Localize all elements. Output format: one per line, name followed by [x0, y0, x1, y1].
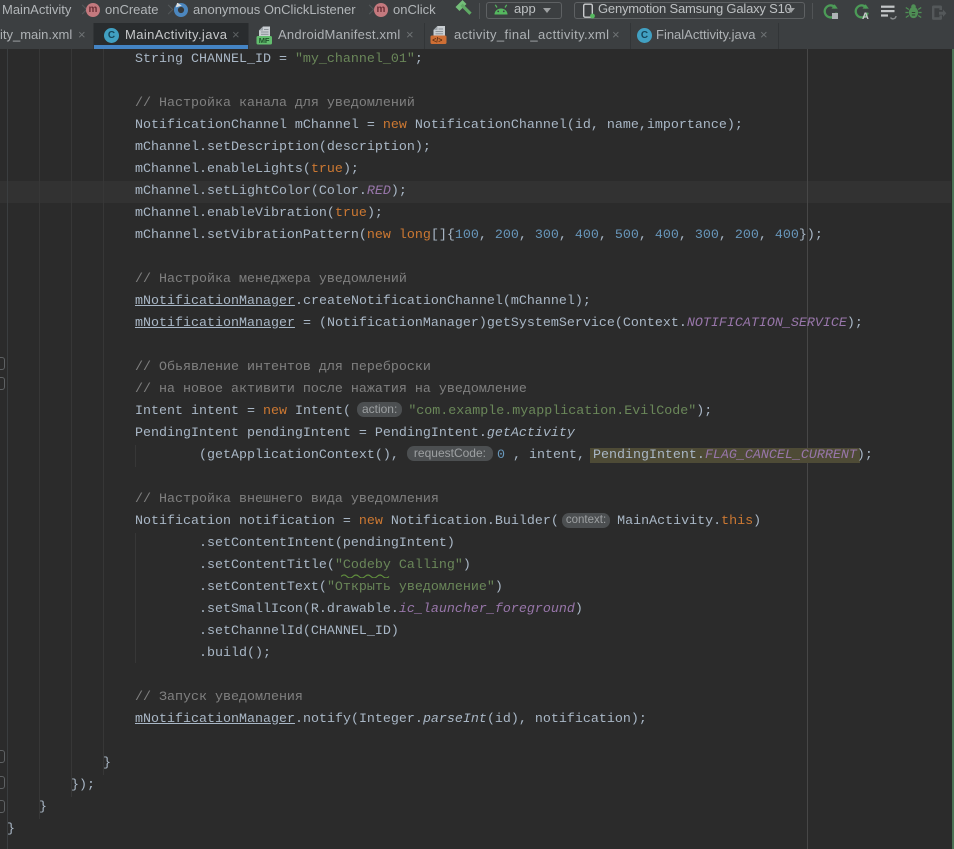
svg-text:A: A: [862, 11, 869, 20]
svg-text:MF: MF: [259, 36, 270, 45]
svg-text:</>: </>: [432, 37, 442, 44]
